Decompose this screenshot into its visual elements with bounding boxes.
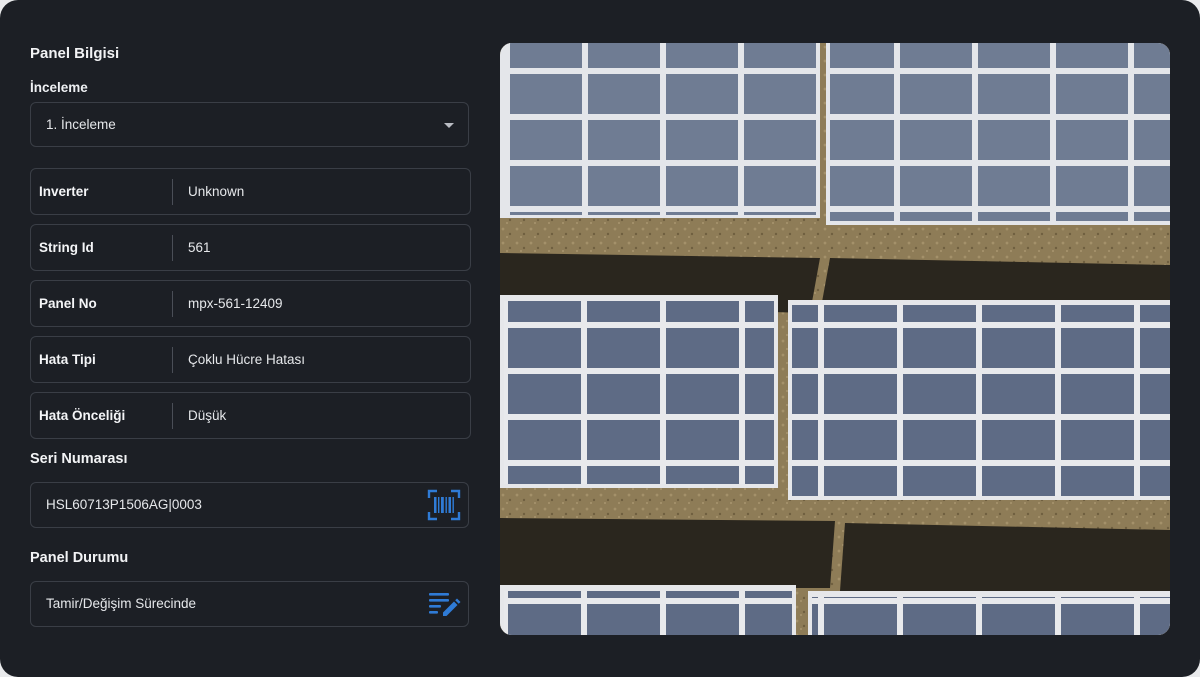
info-row-error-type: Hata Tipi Çoklu Hücre Hatası <box>30 336 471 383</box>
info-key: Inverter <box>39 184 89 199</box>
info-key: String Id <box>39 240 94 255</box>
info-row-string-id: String Id 561 <box>30 224 471 271</box>
panel-info-title: Panel Bilgisi <box>30 45 120 62</box>
serial-label: Seri Numarası <box>30 451 128 467</box>
status-input-value: Tamir/Değişim Sürecinde <box>46 596 197 611</box>
info-row-error-priority: Hata Önceliği Düşük <box>30 392 471 439</box>
inspection-select-value: 1. İnceleme <box>46 117 116 132</box>
info-key: Panel No <box>39 296 97 311</box>
panel-card: Panel Bilgisi İnceleme 1. İnceleme Inver… <box>0 0 1200 677</box>
info-row-inverter: Inverter Unknown <box>30 168 471 215</box>
inspection-label: İnceleme <box>30 80 88 95</box>
info-value: Çoklu Hücre Hatası <box>188 352 306 367</box>
info-value: 561 <box>188 240 211 255</box>
panel-photo <box>500 43 1170 635</box>
solar-panel-aerial-image <box>500 43 1170 635</box>
divider <box>172 403 173 429</box>
divider <box>172 235 173 261</box>
divider <box>172 347 173 373</box>
status-label: Panel Durumu <box>30 550 129 566</box>
info-value: Unknown <box>188 184 245 199</box>
divider <box>172 291 173 317</box>
info-row-panel-no: Panel No mpx-561-12409 <box>30 280 471 327</box>
info-key: Hata Tipi <box>39 352 96 367</box>
serial-input[interactable]: HSL60713P1506AG|0003 <box>30 482 469 528</box>
serial-input-value: HSL60713P1506AG|0003 <box>46 497 202 512</box>
info-value: mpx-561-12409 <box>188 296 283 311</box>
info-key: Hata Önceliği <box>39 408 126 423</box>
status-input[interactable]: Tamir/Değişim Sürecinde <box>30 581 469 627</box>
chevron-down-icon[interactable] <box>444 123 454 128</box>
info-value: Düşük <box>188 408 227 423</box>
barcode-scan-icon[interactable] <box>427 489 461 521</box>
edit-list-icon[interactable] <box>427 588 461 620</box>
divider <box>172 179 173 205</box>
inspection-select[interactable]: 1. İnceleme <box>30 102 469 147</box>
